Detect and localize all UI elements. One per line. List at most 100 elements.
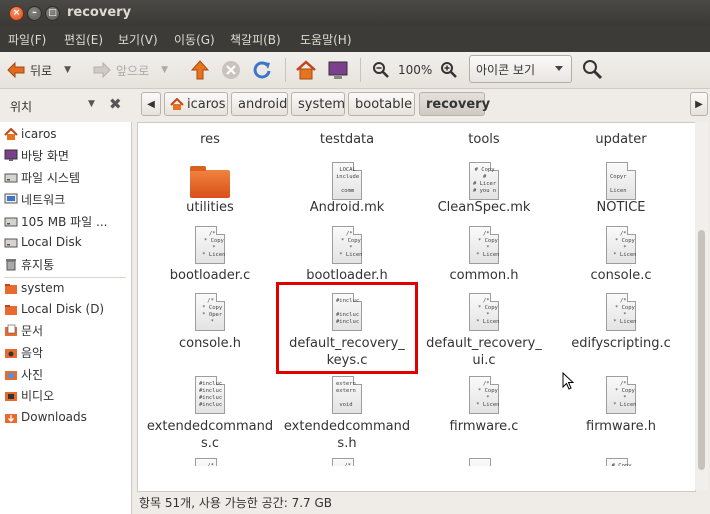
search-button[interactable] bbox=[582, 58, 604, 82]
text-file-icon: /* * Copy * * Licen bbox=[469, 293, 500, 331]
file-name: firmware.h bbox=[586, 419, 656, 434]
reload-button[interactable] bbox=[252, 58, 272, 82]
sidebar-item-system[interactable]: system bbox=[4, 278, 64, 298]
breadcrumb-system[interactable]: system bbox=[291, 92, 345, 116]
breadcrumb-right-button[interactable]: ▶ bbox=[690, 92, 708, 116]
location-dropdown-icon[interactable]: ▼ bbox=[88, 99, 95, 109]
menu-go[interactable]: 이동(G) bbox=[174, 31, 215, 48]
folder-icon bbox=[190, 166, 230, 198]
back-dropdown-icon[interactable]: ▼ bbox=[64, 65, 71, 75]
close-icon: × bbox=[12, 8, 21, 18]
file-preview-text: /* * Copy * * Licen bbox=[613, 231, 637, 258]
forward-button[interactable]: 앞으로 ▼ bbox=[92, 58, 168, 82]
breadcrumb-label: recovery bbox=[426, 97, 491, 112]
search-icon bbox=[583, 60, 603, 80]
sidebar-item-music[interactable]: 음악 bbox=[4, 342, 43, 362]
file-preview-text: /* * Copy * * Licen bbox=[202, 231, 226, 258]
file-preview-text: /* * Copy * * Licen bbox=[476, 381, 500, 408]
sidebar-item-desktop[interactable]: 바탕 화면 bbox=[4, 145, 69, 165]
sidebar-item-downloads[interactable]: Downloads bbox=[4, 407, 87, 427]
toolbar: 뒤로 ▼ 앞으로 ▼ 100% bbox=[0, 52, 710, 89]
menu-help[interactable]: 도움말(H) bbox=[300, 31, 352, 48]
sidebar-item-label: Local Disk bbox=[21, 235, 82, 249]
stop-icon bbox=[222, 61, 240, 79]
home-button[interactable] bbox=[295, 58, 317, 82]
sidebar-item-localdisk-d[interactable]: Local Disk (D) bbox=[4, 299, 104, 319]
home-icon bbox=[4, 127, 18, 140]
file-name: edifyscripting.c bbox=[571, 336, 671, 351]
network-icon bbox=[4, 193, 18, 203]
forward-label: 앞으로 bbox=[116, 63, 150, 78]
view-mode-select[interactable]: 아이콘 보기 bbox=[469, 55, 572, 83]
close-sidebar-icon[interactable]: ✖ bbox=[109, 95, 122, 113]
back-button[interactable]: 뒤로 ▼ bbox=[6, 58, 71, 82]
zoom-out-button[interactable] bbox=[372, 58, 390, 82]
toolbar-separator bbox=[285, 58, 286, 82]
sidebar-item-label: 네트워크 bbox=[21, 192, 66, 207]
sidebar-item-label: 비디오 bbox=[21, 388, 55, 403]
text-file-icon: /* * Copy * * Licen bbox=[469, 376, 500, 414]
file-preview-text: /* * Copy * Oper * bbox=[202, 298, 223, 325]
scrollbar-thumb[interactable] bbox=[698, 230, 705, 470]
vertical-scrollbar[interactable] bbox=[695, 122, 708, 490]
text-file-icon: extern extern void bbox=[332, 376, 362, 414]
sidebar-item-network[interactable]: 네트워크 bbox=[4, 189, 65, 209]
text-file-icon: /* * Copy * * Licen bbox=[606, 293, 637, 331]
chevron-down-icon bbox=[555, 66, 563, 71]
text-file-icon: /* * Copy * * Licen bbox=[469, 226, 500, 264]
sidebar-item-videos[interactable]: 비디오 bbox=[4, 385, 54, 405]
title-bar: × – □ recovery bbox=[0, 0, 710, 26]
file-name: firmware.c bbox=[449, 419, 519, 434]
mouse-pointer-icon bbox=[562, 372, 575, 390]
folder-icon bbox=[5, 283, 17, 294]
close-button[interactable]: × bbox=[9, 6, 24, 21]
breadcrumb-bootable[interactable]: bootable bbox=[348, 92, 415, 116]
menu-file[interactable]: 파일(F) bbox=[8, 31, 46, 48]
stop-button[interactable] bbox=[221, 58, 241, 82]
minimize-button[interactable]: – bbox=[27, 6, 42, 21]
breadcrumb-label: android bbox=[238, 97, 288, 112]
trash-icon bbox=[6, 258, 16, 270]
breadcrumb-android[interactable]: android bbox=[231, 92, 288, 116]
text-file-icon: /* * Copy * * Licen bbox=[606, 376, 637, 414]
breadcrumb-label: icaros bbox=[187, 97, 226, 112]
sidebar-item-icaros[interactable]: icaros bbox=[4, 124, 57, 144]
computer-button[interactable] bbox=[327, 58, 349, 82]
file-name: updater bbox=[595, 132, 647, 147]
menu-bar: 파일(F) 편집(E) 보기(V) 이동(G) 책갈피(B) 도움말(H) bbox=[0, 26, 710, 52]
text-file-icon: /* * Copy * * Licen bbox=[195, 226, 226, 264]
sidebar-item-label: icaros bbox=[21, 127, 57, 141]
text-file-icon: /* * Copy * * Licen bbox=[606, 226, 637, 264]
sidebar-item-label: 음악 bbox=[21, 345, 44, 360]
sidebar-item-105mb[interactable]: 105 MB 파일 ... bbox=[4, 211, 107, 231]
breadcrumb-icaros[interactable]: icaros bbox=[164, 92, 228, 116]
maximize-button[interactable]: □ bbox=[45, 6, 60, 21]
breadcrumb-left-button[interactable]: ◀ bbox=[141, 92, 161, 116]
documents-icon bbox=[5, 324, 17, 336]
menu-bookmarks[interactable]: 책갈피(B) bbox=[230, 31, 281, 48]
sidebar-item-label: system bbox=[21, 281, 65, 295]
sidebar-item-trash[interactable]: 휴지통 bbox=[4, 254, 54, 274]
music-icon bbox=[5, 348, 17, 358]
text-file-icon: /* * Copy * Oper * bbox=[195, 293, 225, 331]
back-label: 뒤로 bbox=[30, 63, 53, 78]
zoom-in-button[interactable] bbox=[440, 58, 458, 82]
menu-edit[interactable]: 편집(E) bbox=[64, 31, 103, 48]
sidebar-item-filesystem[interactable]: 파일 시스템 bbox=[4, 167, 80, 187]
up-button[interactable] bbox=[190, 58, 210, 82]
text-file-icon: /* * Copy * * Licen bbox=[332, 226, 363, 264]
sidebar-item-localdisk[interactable]: Local Disk bbox=[4, 232, 82, 252]
highlight-box bbox=[276, 282, 418, 374]
home-icon bbox=[170, 98, 184, 110]
file-name: tools bbox=[468, 132, 500, 147]
file-name: extendedcommand s.c bbox=[146, 419, 274, 451]
file-name: CleanSpec.mk bbox=[437, 200, 531, 215]
breadcrumb-recovery[interactable]: recovery bbox=[419, 92, 490, 116]
menu-view[interactable]: 보기(V) bbox=[118, 31, 158, 48]
sidebar-item-documents[interactable]: 문서 bbox=[4, 320, 43, 340]
drive-icon bbox=[4, 217, 18, 226]
sidebar-item-pictures[interactable]: 사진 bbox=[4, 364, 43, 384]
sidebar-item-label: 바탕 화면 bbox=[21, 148, 69, 163]
sidebar: icaros 바탕 화면 파일 시스템 네트워크 105 MB 파일 ... L… bbox=[0, 122, 132, 514]
forward-dropdown-icon[interactable]: ▼ bbox=[161, 65, 168, 75]
